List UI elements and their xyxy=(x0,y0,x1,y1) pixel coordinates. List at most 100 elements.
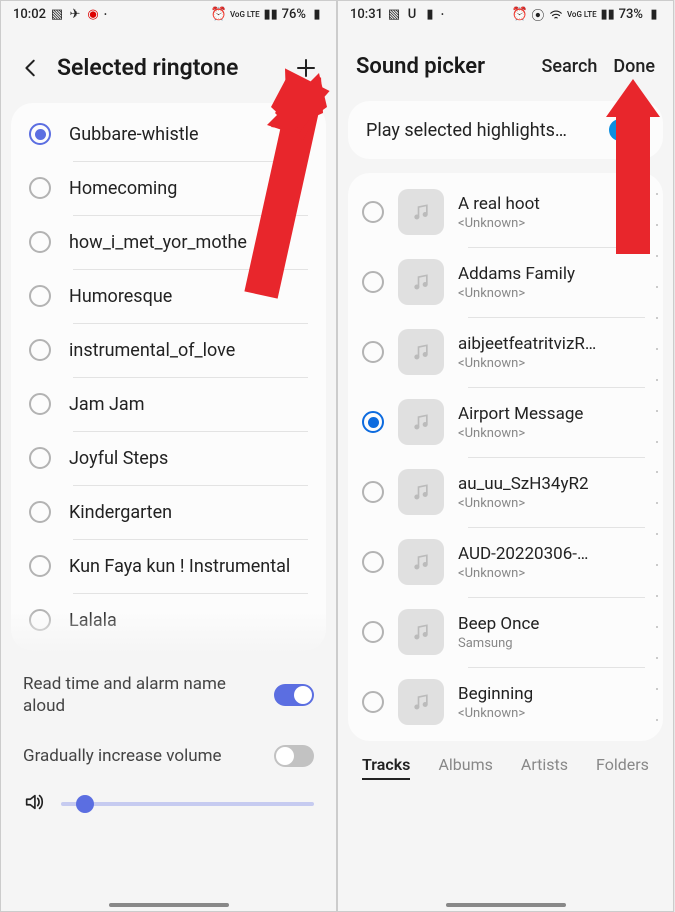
record-icon: ◉ xyxy=(86,8,100,22)
nav-pill[interactable] xyxy=(109,903,229,907)
slider-thumb[interactable] xyxy=(76,795,94,813)
song-row[interactable]: aibjeetfeatritvizR…<Unknown> xyxy=(348,317,663,387)
radio-button[interactable] xyxy=(29,447,51,469)
radio-button[interactable] xyxy=(362,481,384,503)
song-row[interactable]: AUD-20220306-…<Unknown> xyxy=(348,527,663,597)
more-notifs-icon: • xyxy=(104,11,107,19)
song-text: AUD-20220306-…<Unknown> xyxy=(458,544,588,581)
ringtone-label: Joyful Steps xyxy=(69,448,168,469)
screen-selected-ringtone: 10:02 ▧ ✈ ◉ • ⏰ VoG LTE ▮▮ 76% ▮ Selecte… xyxy=(0,0,337,912)
setting-read-aloud[interactable]: Read time and alarm name aloud xyxy=(1,659,336,731)
volume-slider[interactable] xyxy=(61,802,314,806)
status-bar: 10:31 ▧ U ▮ • ⏰ ⦿ VoG LTE ▮▮ 73% ▮ xyxy=(338,1,673,26)
radio-button[interactable] xyxy=(362,341,384,363)
ringtone-row[interactable]: Humoresque xyxy=(11,269,326,323)
music-note-icon xyxy=(398,539,444,585)
nav-pill[interactable] xyxy=(446,903,566,907)
tab-folders[interactable]: Folders xyxy=(596,755,649,780)
network-label: VoG LTE xyxy=(230,11,260,19)
song-row[interactable]: Airport Message<Unknown> xyxy=(348,387,663,457)
song-row[interactable]: A real hoot<Unknown> xyxy=(348,177,663,247)
ringtone-row[interactable]: Joyful Steps xyxy=(11,431,326,485)
battery-percent: 76% xyxy=(282,7,306,22)
ringtone-row[interactable]: Homecoming xyxy=(11,161,326,215)
battery-percent: 73% xyxy=(619,7,643,22)
play-highlights-label: Play selected highlights… xyxy=(366,120,609,141)
signal-icon: ▮▮ xyxy=(601,8,615,22)
music-note-icon xyxy=(398,329,444,375)
status-time: 10:31 xyxy=(350,7,383,22)
radio-button[interactable] xyxy=(29,501,51,523)
radio-button[interactable] xyxy=(29,609,51,631)
song-row[interactable]: Addams Family <Unknown> xyxy=(348,247,663,317)
radio-button[interactable] xyxy=(362,551,384,573)
ringtone-row[interactable]: Jam Jam xyxy=(11,377,326,431)
telegram-icon: ✈ xyxy=(68,8,82,22)
radio-button[interactable] xyxy=(29,555,51,577)
song-artist: <Unknown> xyxy=(458,706,533,721)
song-title: Beep Once xyxy=(458,614,539,634)
ringtone-label: how_i_met_yor_mothe xyxy=(69,232,247,253)
volume-icon xyxy=(23,791,45,817)
ringtone-row[interactable]: instrumental_of_love xyxy=(11,323,326,377)
music-icon: ▮ xyxy=(423,8,437,22)
ringtone-row[interactable]: Lalala xyxy=(11,593,326,647)
radio-button[interactable] xyxy=(29,339,51,361)
ringtone-list[interactable]: Gubbare-whistle Homecoming how_i_met_yor_m… xyxy=(11,103,326,651)
alarm-icon: ⏰ xyxy=(212,8,226,22)
song-row[interactable]: Beginning <Unknown> xyxy=(348,667,663,737)
song-artist: <Unknown> xyxy=(458,286,575,301)
song-text: Addams Family <Unknown> xyxy=(458,264,575,301)
toggle-play-highlights[interactable] xyxy=(609,119,645,141)
tab-artists[interactable]: Artists xyxy=(521,755,568,780)
music-note-icon xyxy=(398,189,444,235)
song-row[interactable]: Beep OnceSamsung xyxy=(348,597,663,667)
music-note-icon xyxy=(398,609,444,655)
tab-tracks[interactable]: Tracks xyxy=(362,755,410,780)
ringtone-label: Lalala xyxy=(69,610,117,631)
radio-button[interactable] xyxy=(29,393,51,415)
ringtone-row[interactable]: Kindergarten xyxy=(11,485,326,539)
toggle-read-aloud[interactable] xyxy=(274,684,314,706)
status-bar: 10:02 ▧ ✈ ◉ • ⏰ VoG LTE ▮▮ 76% ▮ xyxy=(1,1,336,26)
search-button[interactable]: Search xyxy=(542,56,598,77)
radio-button[interactable] xyxy=(362,201,384,223)
header: Selected ringtone xyxy=(1,26,336,103)
signal-icon: ▮▮ xyxy=(264,8,278,22)
play-highlights-row[interactable]: Play selected highlights… xyxy=(348,101,663,159)
back-button[interactable] xyxy=(19,56,43,80)
ringtone-row[interactable]: how_i_met_yor_mothe xyxy=(11,215,326,269)
radio-button[interactable] xyxy=(29,123,51,145)
add-ringtone-button[interactable] xyxy=(294,56,318,80)
setting-gradual-volume[interactable]: Gradually increase volume xyxy=(1,731,336,781)
battery-icon: ▮ xyxy=(647,8,661,22)
song-text: Airport Message<Unknown> xyxy=(458,404,583,441)
battery-icon: ▮ xyxy=(310,8,324,22)
ringtone-label: Homecoming xyxy=(69,178,177,199)
ringtone-row[interactable]: Kun Faya kun ! Instrumental xyxy=(11,539,326,593)
music-note-icon xyxy=(398,679,444,725)
ringtone-row[interactable]: Gubbare-whistle xyxy=(11,107,326,161)
ringtone-label: Gubbare-whistle xyxy=(69,124,199,145)
radio-button[interactable] xyxy=(362,271,384,293)
song-text: aibjeetfeatritvizR…<Unknown> xyxy=(458,334,596,371)
setting-label: Gradually increase volume xyxy=(23,745,262,767)
song-title: Beginning xyxy=(458,684,533,704)
page-title: Selected ringtone xyxy=(57,54,280,81)
more-notifs-icon: • xyxy=(441,11,444,19)
done-button[interactable]: Done xyxy=(613,56,655,77)
song-list[interactable]: A real hoot<Unknown> Addams Family <Unknow… xyxy=(348,173,663,741)
ringtone-label: Humoresque xyxy=(69,286,172,307)
radio-button[interactable] xyxy=(362,691,384,713)
tab-bar: Tracks Albums Artists Folders xyxy=(338,741,673,802)
screen-sound-picker: 10:31 ▧ U ▮ • ⏰ ⦿ VoG LTE ▮▮ 73% ▮ Sound… xyxy=(337,0,674,912)
radio-button[interactable] xyxy=(29,231,51,253)
toggle-gradual-volume[interactable] xyxy=(274,745,314,767)
radio-button[interactable] xyxy=(362,411,384,433)
tab-albums[interactable]: Albums xyxy=(438,755,492,780)
radio-button[interactable] xyxy=(362,621,384,643)
radio-button[interactable] xyxy=(29,285,51,307)
radio-button[interactable] xyxy=(29,177,51,199)
song-row[interactable]: au_uu_SzH34yR2<Unknown> xyxy=(348,457,663,527)
song-title: Addams Family xyxy=(458,264,575,284)
